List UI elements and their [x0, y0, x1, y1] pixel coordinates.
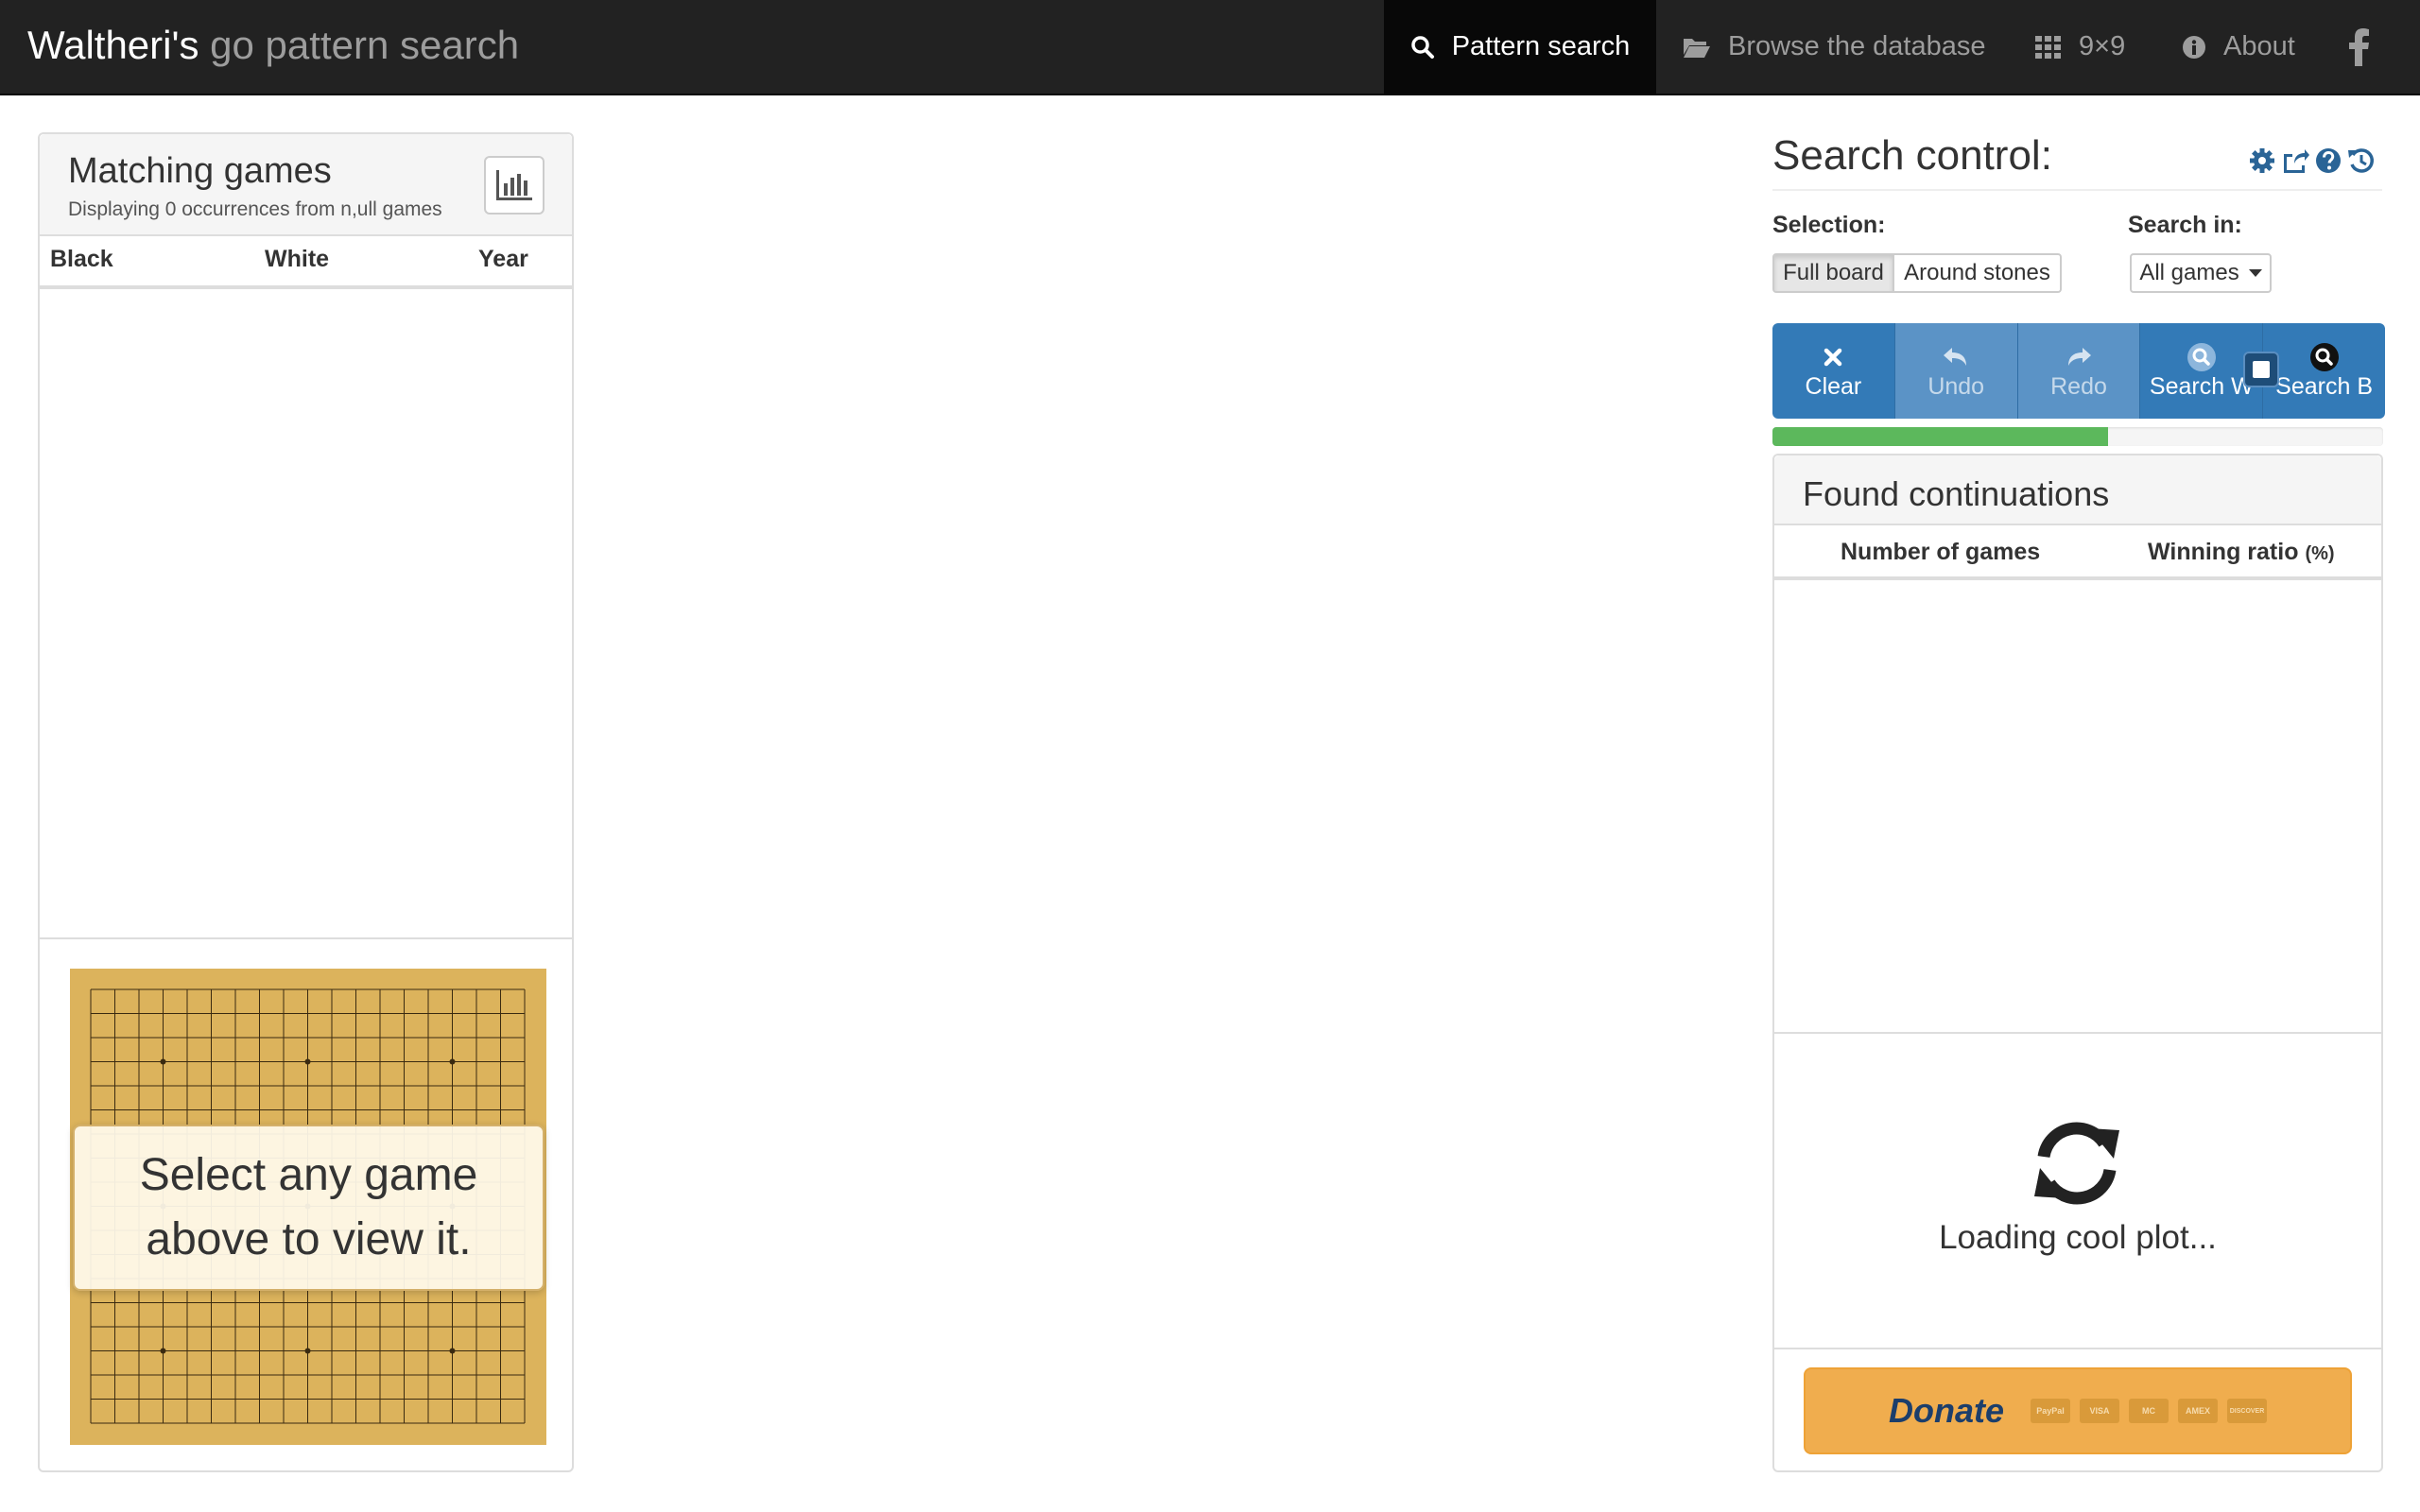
stop-icon: [2253, 361, 2270, 378]
search-black-icon: [2309, 343, 2339, 371]
search-icon: [1410, 35, 1434, 59]
brand-name: Waltheri's: [27, 23, 199, 67]
clear-label: Clear: [1805, 373, 1862, 400]
statistics-button[interactable]: [484, 156, 544, 215]
help-icon[interactable]: [2314, 146, 2342, 175]
redo-icon: [2067, 348, 2091, 366]
matching-games-title: Matching games: [68, 151, 332, 191]
column-year[interactable]: Year: [478, 246, 528, 273]
grid-icon: [2035, 35, 2061, 59]
info-icon: [2183, 35, 2205, 59]
column-winning-ratio[interactable]: Winning ratio (%): [2148, 539, 2335, 566]
board-toolbar: Clear Undo Redo Search W Search B: [1772, 323, 2385, 419]
refresh-icon: [2034, 1122, 2119, 1205]
amex-card-icon: AMEX: [2178, 1399, 2218, 1423]
nav-pattern-search-label: Pattern search: [1451, 31, 1631, 61]
selection-toggle: Full board Around stones: [1772, 253, 2062, 293]
undo-icon: [1944, 348, 1967, 366]
search-in-dropdown[interactable]: All games: [2130, 253, 2272, 293]
mastercard-icon: MC: [2129, 1399, 2169, 1423]
donate-button[interactable]: Donate PayPal VISA MC AMEX DISCOVER: [1804, 1367, 2352, 1454]
continuations-table-body: [1774, 580, 2381, 1032]
caret-down-icon: [2248, 269, 2262, 277]
search-white-label: Search W: [2149, 373, 2254, 400]
plot-divider: [1774, 1032, 2381, 1034]
share-icon[interactable]: [2281, 146, 2309, 175]
search-black-label: Search B: [2275, 373, 2373, 400]
clear-button[interactable]: Clear: [1772, 323, 1895, 419]
facebook-icon: [2349, 27, 2369, 66]
winning-ratio-unit: (%): [2305, 543, 2335, 564]
games-table-body: [40, 289, 572, 937]
selection-label: Selection:: [1772, 212, 1886, 238]
brand-tagline: go pattern search: [210, 23, 520, 67]
paypal-card-icon: PayPal: [2031, 1399, 2070, 1423]
search-control-icons: [2248, 146, 2376, 175]
continuations-panel: Found continuations Number of games Winn…: [1772, 454, 2383, 1472]
folder-open-icon: [1684, 38, 1710, 58]
search-black-button[interactable]: Search B: [2263, 323, 2385, 419]
matching-games-heading: Matching games Displaying 0 occurrences …: [40, 134, 572, 236]
discover-card-icon: DISCOVER: [2227, 1399, 2267, 1423]
matching-games-subtitle: Displaying 0 occurrences from n,ull game…: [68, 198, 442, 220]
undo-label: Undo: [1927, 373, 1985, 400]
nav-browse-database-label: Browse the database: [1728, 31, 1986, 61]
visa-card-icon: VISA: [2080, 1399, 2119, 1423]
payment-cards: PayPal VISA MC AMEX DISCOVER: [2031, 1399, 2267, 1423]
panel-divider: [40, 937, 572, 939]
site-brand[interactable]: Waltheri's go pattern search: [27, 19, 519, 72]
column-black[interactable]: Black: [50, 246, 113, 273]
search-in-label: Search in:: [2128, 212, 2242, 238]
redo-label: Redo: [2050, 373, 2107, 400]
column-number-of-games[interactable]: Number of games: [1841, 539, 2040, 566]
continuations-heading: Found continuations: [1774, 455, 2381, 525]
search-progress-fill: [1772, 427, 2109, 446]
stop-search-button[interactable]: [2243, 352, 2279, 387]
redo-button[interactable]: Redo: [2017, 323, 2141, 419]
facebook-link[interactable]: [2349, 0, 2387, 94]
search-in-value: All games: [2139, 260, 2239, 285]
nav-9x9-label: 9×9: [2079, 31, 2126, 61]
around-stones-button[interactable]: Around stones: [1894, 253, 2062, 293]
continuations-title: Found continuations: [1803, 474, 2110, 513]
column-white[interactable]: White: [265, 246, 329, 273]
winning-ratio-label: Winning ratio: [2148, 539, 2299, 565]
nav-9x9[interactable]: 9×9: [2035, 0, 2125, 94]
donate-divider: [1774, 1348, 2381, 1349]
undo-button[interactable]: Undo: [1894, 323, 2018, 419]
matching-games-panel: Matching games Displaying 0 occurrences …: [38, 132, 574, 1472]
nav-pattern-search[interactable]: Pattern search: [1384, 0, 1656, 94]
nav-about-label: About: [2223, 31, 2295, 61]
history-icon[interactable]: [2347, 146, 2376, 175]
search-control-title: Search control:: [1772, 132, 2052, 179]
gear-icon[interactable]: [2248, 146, 2276, 175]
top-navbar: Waltheri's go pattern search Pattern sea…: [0, 0, 2420, 95]
donate-label: Donate: [1888, 1391, 2004, 1430]
loading-plot-text: Loading cool plot...: [1939, 1219, 2217, 1256]
nav-browse-database[interactable]: Browse the database: [1683, 0, 1985, 94]
search-control-underline: [1772, 189, 2382, 191]
board-overlay-message: Select any game above to view it.: [73, 1125, 544, 1291]
bar-chart-icon: [496, 170, 532, 200]
search-progress-bar: [1772, 427, 2383, 446]
nav-about[interactable]: About: [2182, 0, 2295, 94]
close-icon: [1824, 348, 1842, 367]
board-overlay-text: Select any game above to view it.: [139, 1150, 478, 1264]
full-board-button[interactable]: Full board: [1772, 253, 1894, 293]
search-white-icon: [2187, 343, 2216, 371]
